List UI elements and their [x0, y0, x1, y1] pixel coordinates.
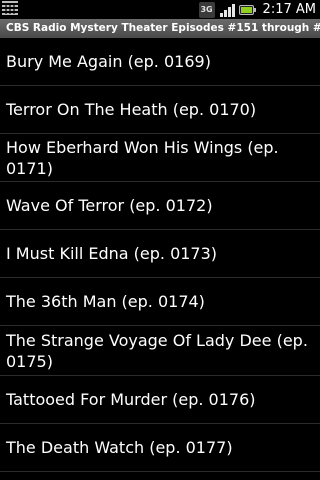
episode-label: How Eberhard Won His Wings (ep. 0171) — [6, 137, 279, 178]
notification-icon[interactable] — [2, 1, 18, 17]
episode-item[interactable]: How Eberhard Won His Wings (ep. 0171) — [0, 134, 320, 182]
episode-label: Terror On The Heath (ep. 0170) — [6, 100, 257, 119]
episode-label: The Strange Voyage Of Lady Dee (ep. 0175… — [6, 330, 308, 371]
episode-item[interactable]: Tattooed For Murder (ep. 0176) — [0, 376, 320, 424]
episode-label: Bury Me Again (ep. 0169) — [6, 52, 211, 71]
episode-label: Wave Of Terror (ep. 0172) — [6, 196, 213, 215]
battery-icon — [238, 3, 257, 17]
episode-item[interactable]: Wave Of Terror (ep. 0172) — [0, 182, 320, 230]
episode-label: The 36th Man (ep. 0174) — [6, 292, 205, 311]
episode-item[interactable]: The 36th Man (ep. 0174) — [0, 278, 320, 326]
signal-strength-icon — [219, 2, 235, 18]
episode-item[interactable]: I Must Kill Edna (ep. 0173) — [0, 230, 320, 278]
episode-label: I Must Kill Edna (ep. 0173) — [6, 244, 218, 263]
app-title-bar: CBS Radio Mystery Theater Episodes #151 … — [0, 19, 320, 38]
clock-time: 2:17 — [262, 2, 292, 17]
episode-label: Tattooed For Murder (ep. 0176) — [6, 390, 256, 409]
clock: 2:17 AM — [261, 0, 316, 19]
clock-suffix: AM — [295, 2, 316, 17]
episode-item[interactable]: The Death Watch (ep. 0177) — [0, 424, 320, 472]
app-title: CBS Radio Mystery Theater Episodes #151 … — [6, 22, 320, 34]
episode-label: The Death Watch (ep. 0177) — [6, 438, 233, 457]
episode-item[interactable]: Terror On The Heath (ep. 0170) — [0, 86, 320, 134]
status-icons: 3G 2:17 AM — [198, 0, 316, 19]
episode-item[interactable]: Bury Me Again (ep. 0169) — [0, 38, 320, 86]
episode-list[interactable]: Bury Me Again (ep. 0169) Terror On The H… — [0, 38, 320, 480]
episode-item[interactable]: The Strange Voyage Of Lady Dee (ep. 0175… — [0, 326, 320, 376]
network-3g-icon: 3G — [198, 1, 215, 18]
status-bar: 3G 2:17 AM — [0, 0, 320, 19]
